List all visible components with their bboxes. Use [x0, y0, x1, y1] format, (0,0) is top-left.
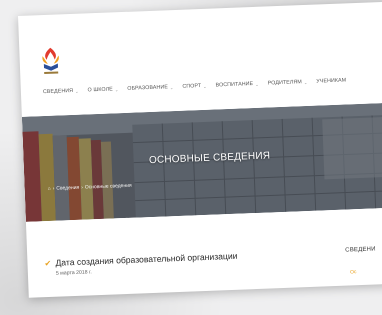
- nav-item-sport[interactable]: СПОРТ ⌄: [182, 83, 206, 90]
- chevron-down-icon: ⌄: [75, 88, 79, 94]
- check-icon: ✔: [44, 258, 52, 269]
- nav-item-obrazovanie[interactable]: ОБРАЗОВАНИЕ ⌄: [127, 84, 173, 92]
- chevron-down-icon: ⌄: [203, 83, 207, 89]
- post-title-link[interactable]: Дата создания образовательной организаци…: [55, 251, 237, 268]
- nav-item-uchenikam[interactable]: УЧЕНИКАМ: [316, 77, 346, 84]
- hero-banner: ОСНОВНЫЕ СВЕДЕНИЯ ⌂ › Сведения › Основны…: [21, 102, 382, 222]
- nav-item-roditelyam[interactable]: РОДИТЕЛЯМ ⌄: [268, 79, 308, 86]
- chevron-down-icon: ⌄: [114, 86, 119, 92]
- nav-item-o-shkole[interactable]: О ШКОЛЕ ⌄: [88, 86, 119, 93]
- home-icon[interactable]: ⌂: [48, 186, 51, 192]
- school-logo[interactable]: [37, 45, 64, 76]
- main-navigation: СВЕДЕНИЯ ⌄ О ШКОЛЕ ⌄ ОБРАЗОВАНИЕ ⌄ СПОРТ ⌄ В…: [43, 77, 347, 95]
- sidebar-title: СВЕДЕНИ: [345, 246, 376, 254]
- breadcrumb-item-svedeniya[interactable]: Сведения: [56, 185, 79, 192]
- chevron-down-icon: ⌄: [255, 81, 259, 87]
- post-date: 5 марта 2018 г.: [55, 269, 92, 277]
- nav-item-svedeniya[interactable]: СВЕДЕНИЯ ⌄: [43, 88, 79, 95]
- sidebar-link[interactable]: Ос: [350, 269, 357, 275]
- chevron-down-icon: ⌄: [169, 84, 174, 90]
- nav-item-vospitanie[interactable]: ВОСПИТАНИЕ ⌄: [216, 81, 259, 88]
- website-screenshot: СВЕДЕНИЯ ⌄ О ШКОЛЕ ⌄ ОБРАЗОВАНИЕ ⌄ СПОРТ ⌄ В…: [18, 1, 382, 298]
- chevron-down-icon: ⌄: [303, 79, 308, 85]
